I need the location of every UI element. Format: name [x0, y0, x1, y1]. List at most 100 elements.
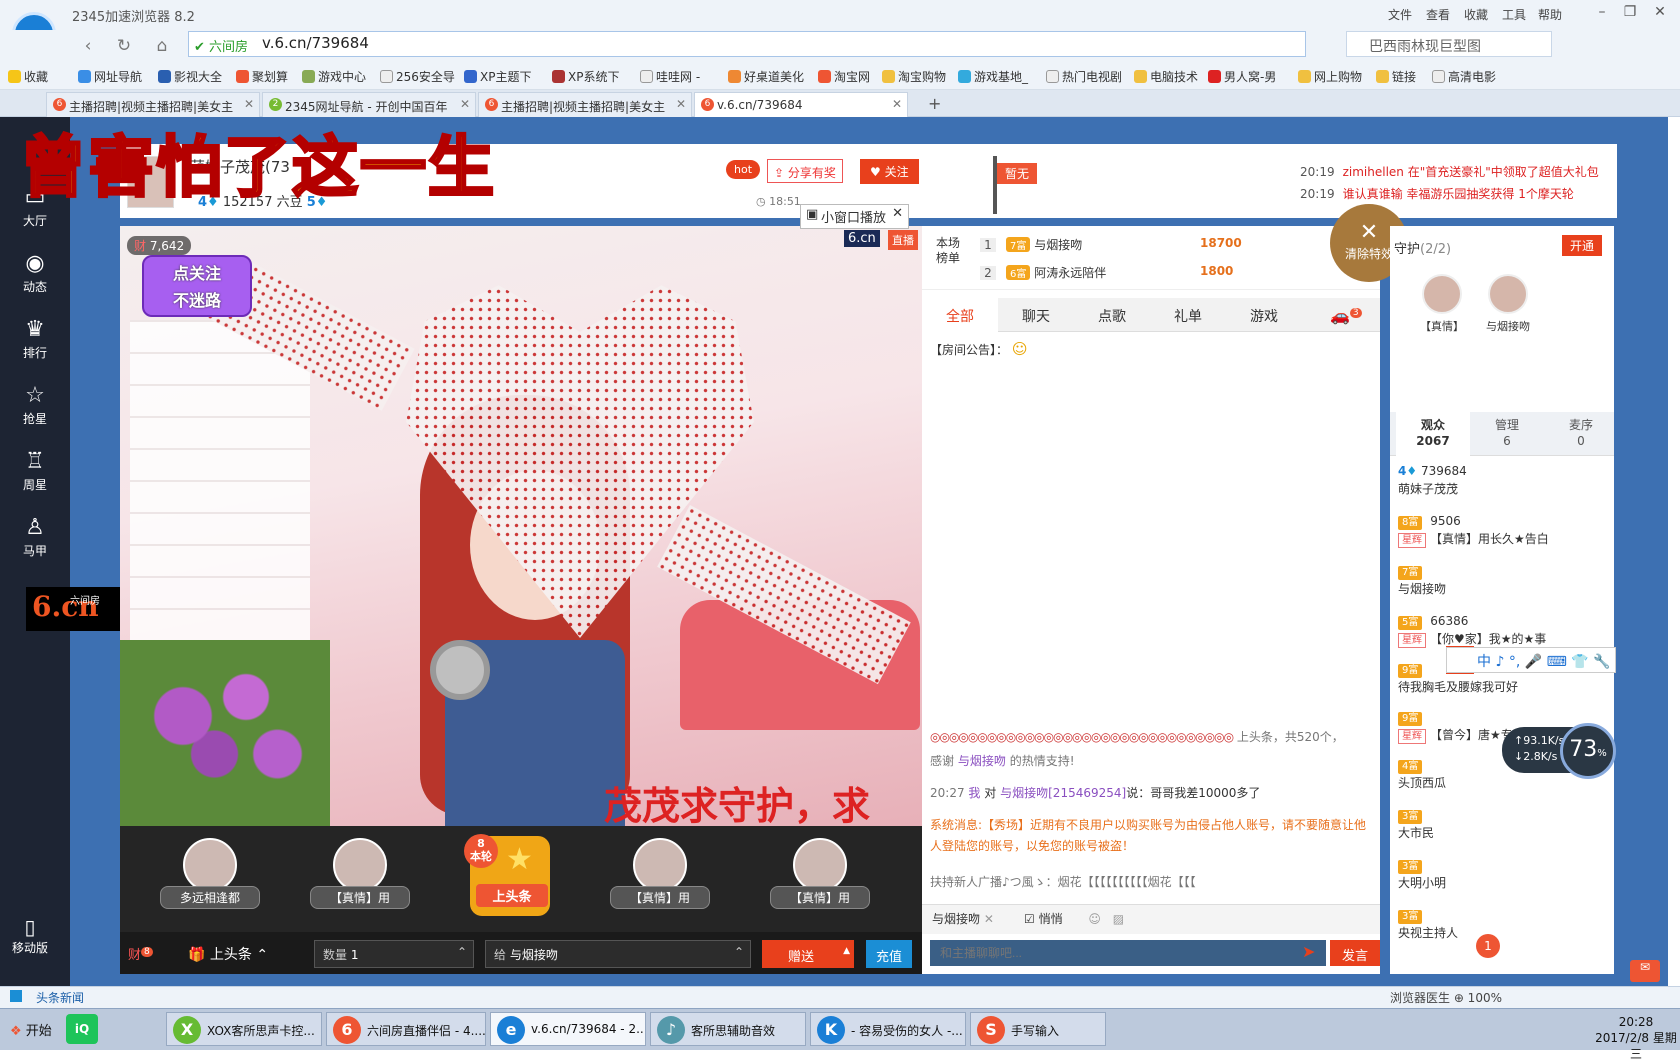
bookmark-item[interactable]: 淘宝网	[818, 68, 870, 85]
list-item[interactable]: 4♦ 739684 萌妹子茂茂	[1398, 462, 1608, 498]
maximize-icon[interactable]: ❐	[1616, 4, 1644, 24]
rank-row[interactable]: 1 7富 与烟接吻 18700	[980, 236, 1360, 266]
follow-promo-sticker[interactable]: 点关注 不迷路	[142, 255, 252, 317]
browser-tab-active[interactable]: 6 v.6.cn/739684 ✕	[694, 92, 908, 117]
bookmark-item[interactable]: XP主题下	[464, 68, 531, 85]
search-input[interactable]: 巴西雨林现巨型图	[1346, 31, 1552, 57]
tab-close-icon[interactable]: ✕	[676, 97, 686, 111]
seat[interactable]: 多远相逢都	[150, 832, 270, 909]
mail-badge[interactable]: 1	[1476, 934, 1500, 958]
status-right[interactable]: 浏览器医生 ⊕ 100%	[1390, 989, 1502, 1006]
taskbar-item[interactable]: X XOX客所思声卡控...	[166, 1012, 322, 1046]
chat-bubble-icon[interactable]: ✉	[1630, 960, 1660, 982]
nav-feed[interactable]: ◉ 动态	[0, 244, 70, 310]
seat[interactable]: 【真情】用	[600, 832, 720, 909]
taskbar-item[interactable]: 6 六间房直播伴侣 - 4....	[326, 1012, 486, 1046]
bookmark-item[interactable]: 链接	[1376, 68, 1416, 85]
tab-game[interactable]: 游戏	[1226, 298, 1302, 332]
bookmark-item[interactable]: 256安全导	[380, 68, 455, 85]
post-button[interactable]: 发言	[1330, 940, 1380, 966]
seat[interactable]: 【真情】用	[300, 832, 420, 909]
system-clock[interactable]: 20:28 2017/2/8 星期三	[1592, 1014, 1680, 1062]
tab-gift-list[interactable]: 礼单	[1150, 298, 1226, 332]
guard-member[interactable]: 【真情】	[1412, 274, 1472, 334]
menu-file[interactable]: 文件	[1388, 6, 1412, 23]
menu-help[interactable]: 帮助	[1538, 6, 1562, 23]
tab-close-icon[interactable]: ✕	[892, 97, 902, 111]
tab-close-icon[interactable]: ✕	[460, 97, 470, 111]
open-guard-button[interactable]: 开通	[1562, 235, 1603, 256]
whisper-checkbox[interactable]: ☑ 悄悄 ☺ ▨	[1024, 910, 1124, 927]
bookmark-item[interactable]: 电脑技术	[1134, 68, 1198, 85]
bookmark-item[interactable]: 好桌道美化	[728, 68, 804, 85]
bookmark-item[interactable]: XP系统下	[552, 68, 619, 85]
start-button[interactable]: ❖ 开始	[2, 1012, 58, 1046]
share-button[interactable]: ⇪ 分享有奖	[767, 159, 843, 183]
tab-song[interactable]: 点歌	[1074, 298, 1150, 332]
bookmark-item[interactable]: 哇哇网 -	[640, 68, 700, 85]
seat[interactable]: 【真情】用	[760, 832, 880, 909]
recharge-button[interactable]: 充值	[866, 940, 912, 968]
bookmark-item[interactable]: 淘宝购物	[882, 68, 946, 85]
guard-member[interactable]: 与烟接吻	[1478, 274, 1538, 334]
close-icon[interactable]: ✕	[892, 206, 903, 221]
bookmark-item[interactable]: 高清电影	[1432, 68, 1496, 85]
paper-plane-icon[interactable]: ➤	[1302, 942, 1315, 961]
popout-button[interactable]: ▣ 小窗口播放 ✕	[800, 204, 910, 229]
follow-button[interactable]: ♥ 关注	[860, 159, 919, 184]
tab-mic-queue[interactable]: 麦序 0	[1544, 412, 1618, 456]
list-item[interactable]: 3富 大明小明	[1398, 856, 1608, 892]
bookmark-item[interactable]: 聚划算	[236, 68, 288, 85]
home-icon[interactable]: ⌂	[150, 34, 174, 58]
close-icon[interactable]: ✕	[1646, 4, 1674, 24]
send-gift-button[interactable]: 赠送 ▲	[762, 940, 854, 968]
bookmark-item[interactable]: 男人窝-男	[1208, 68, 1276, 85]
menu-tools[interactable]: 工具	[1502, 6, 1526, 23]
chat-target[interactable]: 与烟接吻 ✕	[932, 910, 994, 927]
url-text[interactable]: v.6.cn/739684	[262, 34, 369, 52]
list-item[interactable]: 3富 央视主持人	[1398, 906, 1608, 942]
list-item[interactable]: 5富 66386 星辉 【你♥家】我★的★事	[1398, 612, 1608, 648]
bookmark-item[interactable]: 游戏基地_	[958, 68, 1028, 85]
bookmark-item[interactable]: 网址导航	[78, 68, 142, 85]
car-icon[interactable]: 🚗 3	[1330, 306, 1362, 325]
menu-favorites[interactable]: 收藏	[1464, 6, 1488, 23]
tab-close-icon[interactable]: ✕	[244, 97, 254, 111]
minimize-icon[interactable]: –	[1588, 4, 1616, 24]
refresh-icon[interactable]: ↻	[112, 34, 136, 58]
close-icon[interactable]: ✕	[984, 912, 994, 926]
back-icon[interactable]: ‹	[76, 34, 100, 58]
bookmark-item[interactable]: 热门电视剧	[1046, 68, 1122, 85]
headline-news-link[interactable]: 头条新闻	[36, 989, 84, 1006]
rank-label[interactable]: 本场榜单	[936, 236, 968, 266]
wealth-icon[interactable]: 财8	[128, 944, 153, 963]
list-item[interactable]: 7富 与烟接吻	[1398, 562, 1608, 598]
chat-input[interactable]	[930, 940, 1326, 966]
mobile-version-link[interactable]: ▯ 移动版	[12, 915, 48, 956]
tab-all[interactable]: 全部	[922, 298, 998, 332]
list-item[interactable]: 8富 9506 星辉 【真情】用长久★告白	[1398, 512, 1608, 548]
tab-admins[interactable]: 管理 6	[1470, 412, 1544, 456]
rank-row[interactable]: 2 6富 阿涛永远陪伴 1800	[980, 264, 1360, 294]
chevron-up-icon[interactable]: ▲	[843, 946, 850, 956]
bookmark-item[interactable]: 影视大全	[158, 68, 222, 85]
menu-view[interactable]: 查看	[1426, 6, 1450, 23]
quantity-input[interactable]: 数量 1 ⌃	[314, 940, 474, 968]
taskbar-item[interactable]: S 手写输入	[970, 1012, 1106, 1046]
emoji-icon[interactable]: ☺	[1088, 912, 1101, 926]
browser-tab[interactable]: 6 主播招聘|视频主播招聘|美女主 ✕	[478, 92, 692, 117]
gift-selector[interactable]: 🎁 上头条 ⌃	[188, 944, 268, 964]
nav-ranking[interactable]: ♛ 排行	[0, 310, 70, 376]
tab-chat[interactable]: 聊天	[998, 298, 1074, 332]
taskbar-item[interactable]: ♪ 客所思辅助音效	[650, 1012, 806, 1046]
nav-weekly[interactable]: ♖ 周星	[0, 442, 70, 508]
ime-toolbar[interactable]: 中 ♪ °, 🎤 ⌨ 👕 🔧	[1446, 647, 1616, 673]
iqiyi-icon[interactable]: iQ	[66, 1014, 98, 1044]
nav-star[interactable]: ☆ 抢星	[0, 376, 70, 442]
image-icon[interactable]: ▨	[1113, 912, 1124, 926]
bookmark-item[interactable]: 收藏	[8, 68, 48, 85]
bookmark-item[interactable]: 网上购物	[1298, 68, 1362, 85]
nav-vest[interactable]: ♙ 马甲	[0, 508, 70, 574]
recipient-select[interactable]: 给 与烟接吻 ⌃	[485, 940, 751, 968]
list-item[interactable]: 3富 大市民	[1398, 806, 1608, 842]
